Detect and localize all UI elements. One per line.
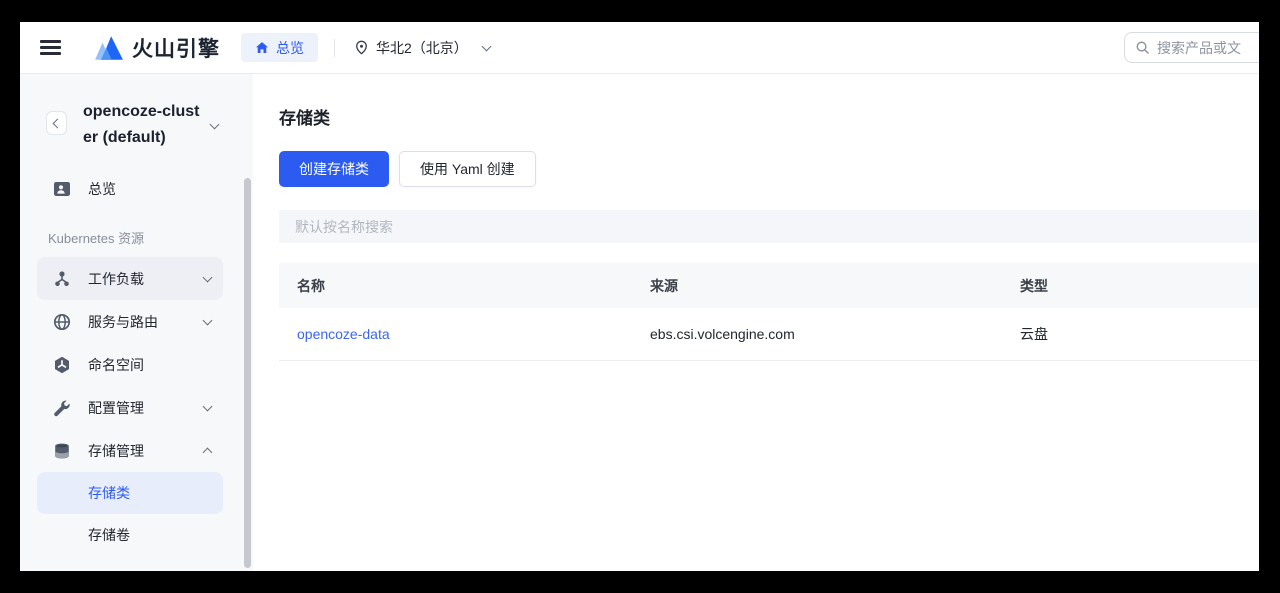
sidebar-item-workloads[interactable]: 工作负载 xyxy=(37,257,223,300)
chevron-down-icon xyxy=(203,315,213,325)
logo-text: 火山引擎 xyxy=(132,33,220,63)
sidebar-item-overview[interactable]: 总览 xyxy=(37,167,223,210)
chevron-up-icon xyxy=(203,447,213,457)
table-filter-input[interactable] xyxy=(279,210,1259,243)
overview-badge[interactable]: 总览 xyxy=(241,33,318,62)
sidebar-subitem-storage-volumes[interactable]: 存储卷 xyxy=(37,514,223,556)
sidebar-item-config[interactable]: 配置管理 xyxy=(37,386,223,429)
browser-window: 火山引擎 总览 华北2（北京） xyxy=(20,22,1259,571)
column-header-source: 来源 xyxy=(650,276,1020,296)
namespace-hexagon-icon xyxy=(52,355,72,375)
chevron-down-icon xyxy=(203,401,213,411)
workload-nodes-icon xyxy=(52,269,72,289)
table-header-row: 名称 来源 类型 xyxy=(279,263,1259,308)
cluster-chevron-down-icon xyxy=(210,120,220,130)
sidebar-collapse-button[interactable] xyxy=(46,111,67,135)
database-icon xyxy=(52,441,72,461)
id-card-icon xyxy=(52,179,72,199)
sidebar-item-label: 服务与路由 xyxy=(88,312,204,332)
storage-class-table: 名称 来源 类型 opencoze-data ebs.csi.volcengin… xyxy=(279,263,1259,361)
sidebar-item-label: 存储管理 xyxy=(88,441,204,461)
action-bar: 创建存储类 使用 Yaml 创建 xyxy=(279,151,1259,187)
storage-class-source: ebs.csi.volcengine.com xyxy=(650,326,1020,342)
search-icon xyxy=(1135,40,1150,55)
topbar-divider xyxy=(334,39,335,57)
main-content: 存储类 创建存储类 使用 Yaml 创建 名称 来源 类型 opencoze-d… xyxy=(253,74,1259,571)
chevron-left-icon xyxy=(53,118,63,128)
table-row: opencoze-data ebs.csi.volcengine.com 云盘 xyxy=(279,308,1259,361)
region-chevron-down-icon xyxy=(481,41,491,51)
home-icon xyxy=(255,41,269,55)
global-search-input[interactable] xyxy=(1157,40,1259,56)
sidebar-section-label: Kubernetes 资源 xyxy=(48,228,253,247)
sidebar-item-services-routes[interactable]: 服务与路由 xyxy=(37,300,223,343)
column-header-name: 名称 xyxy=(279,276,650,296)
overview-badge-label: 总览 xyxy=(276,38,304,58)
volcengine-logo[interactable]: 火山引擎 xyxy=(94,33,220,63)
sidebar-item-storage[interactable]: 存储管理 xyxy=(37,429,223,472)
wrench-icon xyxy=(52,398,72,418)
page-title: 存储类 xyxy=(279,104,1259,129)
storage-class-type: 云盘 xyxy=(1020,324,1259,344)
cluster-name: opencoze-cluster (default) xyxy=(83,99,205,151)
sidebar-item-namespaces[interactable]: 命名空间 xyxy=(37,343,223,386)
globe-icon xyxy=(52,312,72,332)
sidebar-scrollbar[interactable] xyxy=(244,178,251,568)
cluster-switcher[interactable]: opencoze-cluster (default) xyxy=(20,74,253,167)
sidebar-item-label: 命名空间 xyxy=(88,355,211,375)
topbar: 火山引擎 总览 华北2（北京） xyxy=(20,22,1259,74)
sidebar-subitem-label: 存储卷 xyxy=(88,525,130,545)
sidebar: opencoze-cluster (default) 总览 Kubernetes… xyxy=(20,74,253,571)
sidebar-item-label: 工作负载 xyxy=(88,269,204,289)
sidebar-item-label: 配置管理 xyxy=(88,398,204,418)
storage-class-name-link[interactable]: opencoze-data xyxy=(297,326,390,342)
create-storage-class-button[interactable]: 创建存储类 xyxy=(279,151,389,187)
sidebar-item-label: 总览 xyxy=(88,179,211,199)
global-search[interactable] xyxy=(1124,32,1259,63)
hamburger-menu-icon[interactable] xyxy=(40,40,61,55)
region-selector[interactable]: 华北2（北京） xyxy=(354,38,490,58)
volcengine-mountain-icon xyxy=(94,35,124,61)
sidebar-subitem-label: 存储类 xyxy=(88,483,130,503)
region-label: 华北2（北京） xyxy=(376,38,468,58)
sidebar-subitem-storage-classes[interactable]: 存储类 xyxy=(37,472,223,514)
location-pin-icon xyxy=(354,40,369,55)
chevron-down-icon xyxy=(203,272,213,282)
column-header-type: 类型 xyxy=(1020,276,1259,296)
create-with-yaml-button[interactable]: 使用 Yaml 创建 xyxy=(399,151,536,187)
